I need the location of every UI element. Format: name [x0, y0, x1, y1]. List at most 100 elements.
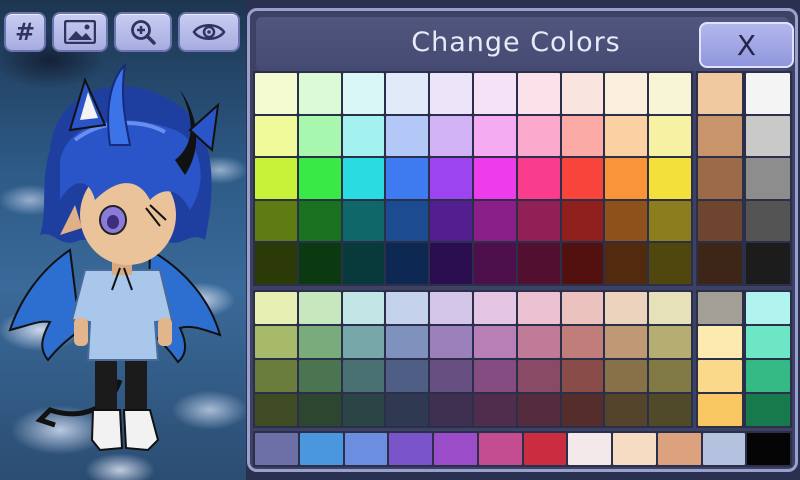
color-swatch[interactable]: [430, 158, 472, 199]
color-swatch[interactable]: [561, 158, 604, 199]
color-swatch[interactable]: [517, 243, 560, 284]
color-swatch[interactable]: [517, 394, 560, 426]
recent-color-swatch[interactable]: [747, 433, 790, 465]
extra-color-swatch[interactable]: [698, 292, 742, 324]
color-swatch[interactable]: [649, 243, 691, 284]
background-image-button[interactable]: [52, 12, 108, 52]
color-swatch[interactable]: [430, 243, 472, 284]
color-swatch[interactable]: [430, 326, 472, 358]
color-swatch[interactable]: [517, 292, 560, 324]
color-swatch[interactable]: [342, 394, 385, 426]
color-swatch[interactable]: [255, 326, 297, 358]
color-swatch[interactable]: [430, 73, 472, 114]
color-swatch[interactable]: [473, 158, 516, 199]
color-swatch[interactable]: [605, 360, 648, 392]
color-swatch[interactable]: [298, 292, 341, 324]
color-swatch[interactable]: [517, 200, 560, 242]
color-swatch[interactable]: [386, 158, 429, 199]
color-swatch[interactable]: [517, 158, 560, 199]
recent-color-swatch[interactable]: [299, 433, 343, 465]
gray-swatch[interactable]: [746, 158, 790, 199]
hex-code-button[interactable]: #: [4, 12, 46, 52]
color-swatch[interactable]: [298, 73, 341, 114]
recent-color-swatch[interactable]: [389, 433, 432, 465]
color-swatch[interactable]: [517, 360, 560, 392]
color-swatch[interactable]: [255, 73, 297, 114]
color-swatch[interactable]: [517, 326, 560, 358]
color-swatch[interactable]: [298, 200, 341, 242]
color-swatch[interactable]: [561, 115, 604, 157]
color-swatch[interactable]: [255, 360, 297, 392]
color-swatch[interactable]: [561, 326, 604, 358]
color-swatch[interactable]: [255, 115, 297, 157]
color-swatch[interactable]: [298, 360, 341, 392]
recent-color-swatch[interactable]: [478, 433, 522, 465]
color-swatch[interactable]: [255, 292, 297, 324]
color-swatch[interactable]: [342, 326, 385, 358]
color-swatch[interactable]: [473, 200, 516, 242]
color-swatch[interactable]: [386, 243, 429, 284]
color-swatch[interactable]: [430, 394, 472, 426]
color-swatch[interactable]: [605, 73, 648, 114]
recent-color-swatch[interactable]: [613, 433, 656, 465]
color-swatch[interactable]: [342, 292, 385, 324]
color-swatch[interactable]: [605, 243, 648, 284]
color-swatch[interactable]: [430, 115, 472, 157]
color-swatch[interactable]: [430, 200, 472, 242]
recent-color-swatch[interactable]: [344, 433, 388, 465]
color-swatch[interactable]: [342, 200, 385, 242]
color-swatch[interactable]: [561, 360, 604, 392]
gray-swatch[interactable]: [746, 73, 790, 114]
recent-color-swatch[interactable]: [255, 433, 298, 465]
color-swatch[interactable]: [649, 326, 691, 358]
recent-color-swatch[interactable]: [434, 433, 477, 465]
extra-color-swatch[interactable]: [746, 360, 790, 392]
color-swatch[interactable]: [473, 394, 516, 426]
color-swatch[interactable]: [342, 158, 385, 199]
color-swatch[interactable]: [255, 200, 297, 242]
color-swatch[interactable]: [473, 326, 516, 358]
extra-color-swatch[interactable]: [698, 360, 742, 392]
color-swatch[interactable]: [430, 360, 472, 392]
color-swatch[interactable]: [649, 360, 691, 392]
color-swatch[interactable]: [649, 73, 691, 114]
close-button[interactable]: X: [699, 22, 794, 68]
color-swatch[interactable]: [605, 115, 648, 157]
color-swatch[interactable]: [605, 326, 648, 358]
color-swatch[interactable]: [255, 158, 297, 199]
color-swatch[interactable]: [649, 292, 691, 324]
color-swatch[interactable]: [430, 292, 472, 324]
extra-color-swatch[interactable]: [698, 326, 742, 358]
extra-color-swatch[interactable]: [746, 394, 790, 426]
color-swatch[interactable]: [649, 200, 691, 242]
skin-tone-swatch[interactable]: [698, 200, 742, 242]
color-swatch[interactable]: [298, 394, 341, 426]
color-swatch[interactable]: [605, 200, 648, 242]
color-swatch[interactable]: [298, 158, 341, 199]
color-swatch[interactable]: [561, 200, 604, 242]
recent-color-swatch[interactable]: [523, 433, 567, 465]
skin-tone-swatch[interactable]: [698, 73, 742, 114]
extra-color-swatch[interactable]: [746, 326, 790, 358]
color-swatch[interactable]: [561, 73, 604, 114]
gray-swatch[interactable]: [746, 115, 790, 157]
visibility-button[interactable]: [178, 12, 240, 52]
color-swatch[interactable]: [298, 115, 341, 157]
color-swatch[interactable]: [342, 115, 385, 157]
skin-tone-swatch[interactable]: [698, 158, 742, 199]
color-swatch[interactable]: [605, 158, 648, 199]
gray-swatch[interactable]: [746, 243, 790, 284]
gray-swatch[interactable]: [746, 200, 790, 242]
color-swatch[interactable]: [342, 73, 385, 114]
recent-color-swatch[interactable]: [568, 433, 611, 465]
color-swatch[interactable]: [561, 243, 604, 284]
color-swatch[interactable]: [561, 394, 604, 426]
color-swatch[interactable]: [386, 115, 429, 157]
color-swatch[interactable]: [298, 243, 341, 284]
color-swatch[interactable]: [342, 360, 385, 392]
color-swatch[interactable]: [649, 394, 691, 426]
color-swatch[interactable]: [473, 73, 516, 114]
color-swatch[interactable]: [298, 326, 341, 358]
color-swatch[interactable]: [649, 115, 691, 157]
color-swatch[interactable]: [386, 292, 429, 324]
